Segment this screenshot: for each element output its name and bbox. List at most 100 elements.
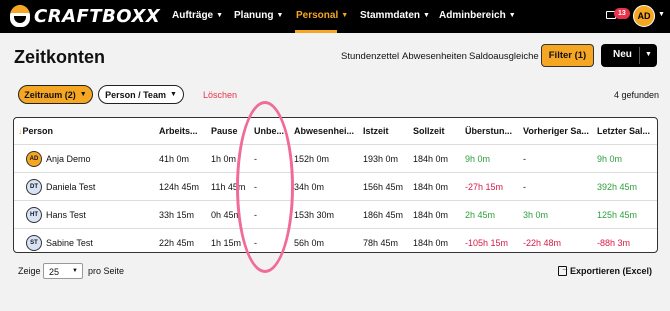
chevron-down-icon: ▼ [216,12,224,19]
nav-stammdaten-label: Stammdaten [360,10,421,21]
chevron-down-icon: ▼ [276,12,284,19]
nav-planung-label: Planung [234,10,274,21]
show-label: Zeige [18,266,41,276]
logo-text: CRAFTBOXX [34,5,161,27]
avatar: AD [26,151,42,167]
person-name: Sabine Test [46,238,93,248]
chevron-down-icon: ▼ [79,91,87,98]
nav-adminbereich-label: Adminbereich [439,10,506,21]
time-accounts-table: ↓Person Arbeits... Pause Unbe... Abwesen… [13,117,658,253]
table-row[interactable]: HT Hans Test 33h 15m 0h 45m - 153h 30m 1… [14,200,657,228]
person-name: Hans Test [46,210,86,220]
nav-auftraege[interactable]: Aufträge ▼ [172,10,223,21]
cell-vorheriger-saldo: 3h 0m [523,210,549,220]
chevron-down-icon: ▼ [423,12,430,19]
active-nav-indicator [295,30,337,33]
export-icon [558,264,569,276]
cell-unbezahlt: - [254,182,257,192]
new-button[interactable]: Neu ▼ [601,44,657,67]
column-header-letzter-saldo[interactable]: Letzter Sal... [597,126,650,136]
cell-letzter-saldo: 392h 45m [597,182,638,192]
column-header-sollzeit[interactable]: Sollzeit [413,126,445,136]
column-header-istzeit[interactable]: Istzeit [363,126,389,136]
cell-arbeitszeit: 22h 45m [159,238,195,248]
chevron-down-icon: ▼ [341,12,349,19]
cell-arbeitszeit: 124h 45m [159,182,200,192]
cell-vorheriger-saldo: -22h 48m [523,238,562,248]
chevron-down-icon: ▼ [169,91,177,98]
zeitraum-label: Zeitraum (2) [24,89,76,100]
chevron-down-icon[interactable]: ▼ [658,11,665,18]
column-header-ueberstunden[interactable]: Überstun... [465,126,512,136]
column-header-vorheriger-saldo[interactable]: Vorheriger Sa... [523,126,589,136]
table-row[interactable]: ST Sabine Test 22h 45m 1h 15m - 56h 0m 7… [14,228,657,252]
column-header-abwesenheit[interactable]: Abwesenhei... [294,126,354,136]
person-team-filter-chip[interactable]: Person / Team ▼ [98,85,184,104]
filter-button[interactable]: Filter (1) [541,44,594,67]
cell-unbezahlt: - [254,210,257,220]
page-size-select[interactable]: 25 ▼ [43,263,83,279]
saldoausgleiche-link[interactable]: Saldoausgleiche [469,51,539,62]
nav-stammdaten[interactable]: Stammdaten ▼ [360,10,430,21]
cell-arbeitszeit: 33h 15m [159,210,195,220]
cell-istzeit: 193h 0m [363,154,399,164]
column-header-unbezahlt[interactable]: Unbe... [254,126,284,136]
cell-sollzeit: 184h 0m [413,182,449,192]
page-title: Zeitkonten [14,47,106,67]
column-header-label: Person [22,126,54,136]
zeitraum-filter-chip[interactable]: Zeitraum (2) ▼ [18,85,93,104]
person-name: Anja Demo [46,154,91,164]
export-excel-button[interactable]: Exportieren (Excel) [558,264,652,276]
cell-ueberstunden: 9h 0m [465,154,491,164]
abwesenheiten-link[interactable]: Abwesenheiten [402,51,467,62]
cell-pause: 11h 45m [211,182,246,192]
notification-count-badge: 13 [614,8,630,19]
cell-ueberstunden: 2h 45m [465,210,496,220]
column-header-pause[interactable]: Pause [211,126,238,136]
cell-istzeit: 186h 45m [363,210,404,220]
cell-abwesenheit: 152h 0m [294,154,330,164]
logo-mascot-icon [10,5,30,27]
cell-abwesenheit: 56h 0m [294,238,325,248]
cell-istzeit: 78h 45m [363,238,399,248]
cell-vorheriger-saldo: - [523,154,526,164]
stundenzettel-link[interactable]: Stundenzettel [341,51,399,62]
cell-istzeit: 156h 45m [363,182,404,192]
chevron-down-icon[interactable]: ▼ [645,51,652,58]
new-button-label: Neu [613,49,632,60]
cell-vorheriger-saldo: - [523,182,526,192]
person-name: Daniela Test [46,182,96,192]
column-header-arbeitszeit[interactable]: Arbeits... [159,126,198,136]
cell-abwesenheit: 34h 0m [294,182,325,192]
column-header-person[interactable]: ↓Person [18,126,53,136]
nav-adminbereich[interactable]: Adminbereich ▼ [439,10,516,21]
cell-abwesenheit: 153h 30m [294,210,335,220]
person-team-label: Person / Team [105,89,166,100]
cell-sollzeit: 184h 0m [413,154,449,164]
avatar: HT [26,207,42,223]
cell-sollzeit: 184h 0m [413,238,449,248]
table-row[interactable]: DT Daniela Test 124h 45m 11h 45m - 34h 0… [14,172,657,200]
avatar: ST [26,235,42,251]
cell-arbeitszeit: 41h 0m [159,154,190,164]
page-size-value: 25 [49,267,60,277]
cell-letzter-saldo: 9h 0m [597,154,623,164]
cell-ueberstunden: -27h 15m [465,182,504,192]
nav-planung[interactable]: Planung ▼ [234,10,283,21]
user-avatar[interactable]: AD [633,5,655,27]
chevron-down-icon: ▼ [508,12,516,19]
delete-filters-link[interactable]: Löschen [203,90,237,100]
cell-unbezahlt: - [254,154,257,164]
cell-pause: 1h 15m [211,238,242,248]
result-count: 4 gefunden [614,90,660,100]
chevron-down-icon: ▼ [72,268,78,274]
nav-auftraege-label: Aufträge [172,10,214,21]
nav-personal[interactable]: Personal ▼ [296,10,348,21]
cell-pause: 1h 0m [211,154,237,164]
craftboxx-logo[interactable]: CRAFTBOXX [10,5,160,27]
cell-letzter-saldo: 125h 45m [597,210,638,220]
cell-ueberstunden: -105h 15m [465,238,509,248]
table-row[interactable]: AD Anja Demo 41h 0m 1h 0m - 152h 0m 193h… [14,144,657,172]
cell-pause: 0h 45m [211,210,242,220]
cell-unbezahlt: - [254,238,257,248]
